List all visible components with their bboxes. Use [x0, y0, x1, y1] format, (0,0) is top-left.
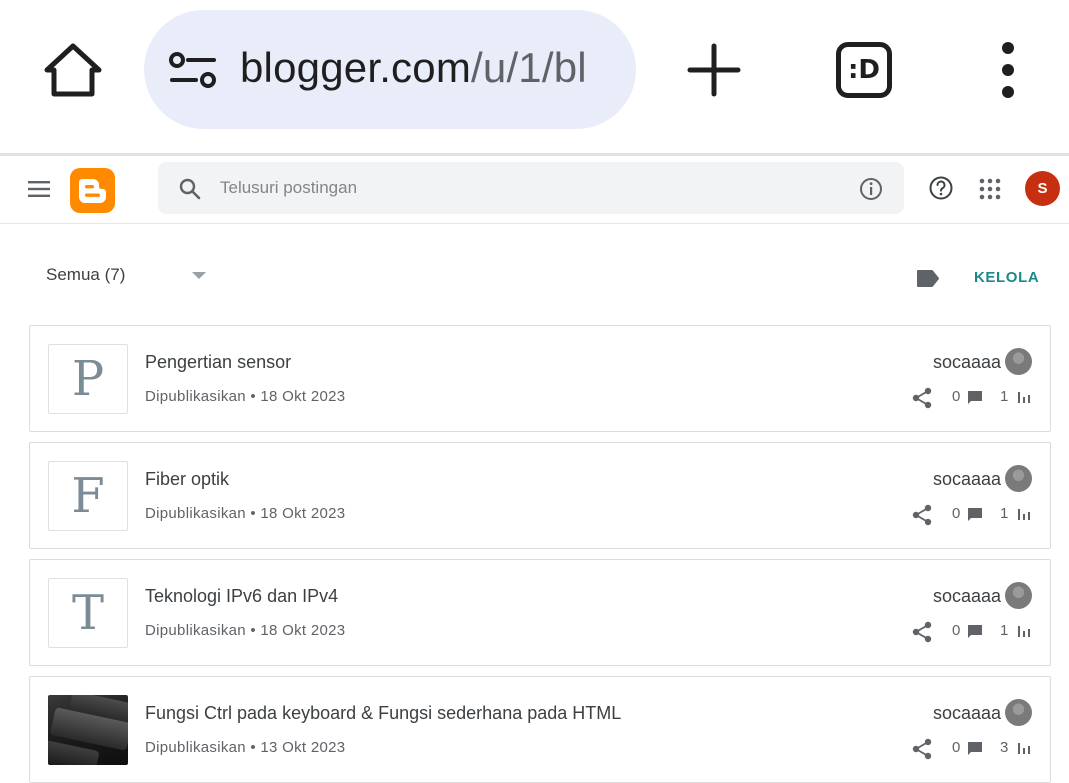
- post-status: Dipublikasikan • 18 Okt 2023: [145, 505, 346, 522]
- view-count: 3: [1000, 739, 1009, 756]
- share-icon[interactable]: [910, 737, 934, 761]
- post-status: Dipublikasikan • 18 Okt 2023: [145, 388, 346, 405]
- home-icon[interactable]: [42, 40, 104, 100]
- post-card[interactable]: P Pengertian sensor Dipublikasikan • 18 …: [29, 325, 1051, 432]
- comment-icon[interactable]: [967, 390, 983, 405]
- app-header: S: [0, 156, 1069, 224]
- post-title[interactable]: Fungsi Ctrl pada keyboard & Fungsi seder…: [145, 703, 621, 724]
- thumb-letter: F: [71, 468, 105, 524]
- thumb-letter: P: [71, 351, 105, 407]
- post-author: socaaaa: [932, 469, 1001, 489]
- manage-label: KELOLA: [974, 269, 1040, 286]
- tab-switcher-label: :D: [848, 55, 880, 85]
- author-avatar: [1005, 348, 1032, 375]
- share-icon[interactable]: [910, 386, 934, 410]
- bar-chart-icon: [1018, 743, 1030, 754]
- bar-chart-icon: [1018, 392, 1030, 403]
- post-author: socaaaa: [932, 586, 1001, 606]
- bar-chart-icon: [1018, 626, 1030, 637]
- site-settings-icon[interactable]: [168, 50, 218, 92]
- help-icon[interactable]: [928, 175, 954, 201]
- search-input[interactable]: [220, 162, 820, 214]
- comment-count: 0: [952, 739, 961, 756]
- post-card[interactable]: Fungsi Ctrl pada keyboard & Fungsi seder…: [29, 676, 1051, 783]
- new-tab-icon[interactable]: [686, 42, 742, 98]
- filter-label: Semua (7): [46, 265, 126, 284]
- view-count: 1: [1000, 505, 1009, 522]
- share-icon[interactable]: [910, 503, 934, 527]
- browser-toolbar: blogger.com/u/1/bl :D: [0, 0, 1069, 153]
- author-avatar: [1005, 699, 1032, 726]
- post-title[interactable]: Pengertian sensor: [145, 352, 291, 373]
- info-icon[interactable]: [858, 176, 884, 202]
- author-avatar: [1005, 582, 1032, 609]
- url-path: /u/1/bl: [471, 44, 587, 91]
- post-thumbnail: P: [48, 344, 128, 414]
- address-bar[interactable]: blogger.com/u/1/bl: [144, 10, 636, 129]
- post-status: Dipublikasikan • 18 Okt 2023: [145, 622, 346, 639]
- comment-icon[interactable]: [967, 624, 983, 639]
- account-avatar[interactable]: S: [1025, 171, 1060, 206]
- post-thumbnail: F: [48, 461, 128, 531]
- apps-grid-icon[interactable]: [978, 177, 1002, 201]
- avatar-letter: S: [1037, 180, 1048, 197]
- post-card[interactable]: F Fiber optik Dipublikasikan • 18 Okt 20…: [29, 442, 1051, 549]
- manage-labels-button[interactable]: KELOLA: [974, 269, 1039, 286]
- tab-switcher-button[interactable]: :D: [836, 42, 892, 98]
- comment-count: 0: [952, 622, 961, 639]
- view-count: 1: [1000, 388, 1009, 405]
- label-icon[interactable]: [916, 269, 940, 288]
- view-count: 1: [1000, 622, 1009, 639]
- more-vert-icon[interactable]: [996, 40, 1020, 100]
- post-title[interactable]: Fiber optik: [145, 469, 229, 490]
- post-thumbnail: T: [48, 578, 128, 648]
- share-icon[interactable]: [910, 620, 934, 644]
- post-author: socaaaa: [932, 703, 1001, 723]
- comment-icon[interactable]: [967, 507, 983, 522]
- thumb-letter: T: [71, 585, 104, 641]
- bar-chart-icon: [1018, 509, 1030, 520]
- blogger-logo[interactable]: [70, 168, 115, 213]
- post-status: Dipublikasikan • 13 Okt 2023: [145, 739, 346, 756]
- comment-icon[interactable]: [967, 741, 983, 756]
- comment-count: 0: [952, 388, 961, 405]
- comment-count: 0: [952, 505, 961, 522]
- blogger-icon: [79, 179, 106, 203]
- search-icon[interactable]: [178, 177, 202, 201]
- post-filter-dropdown[interactable]: Semua (7): [46, 265, 125, 285]
- dropdown-caret-icon[interactable]: [192, 272, 206, 279]
- url-host: blogger.com: [240, 44, 472, 91]
- search-box[interactable]: [158, 162, 904, 214]
- menu-icon[interactable]: [28, 179, 52, 199]
- post-card[interactable]: T Teknologi IPv6 dan IPv4 Dipublikasikan…: [29, 559, 1051, 666]
- author-avatar: [1005, 465, 1032, 492]
- post-author: socaaaa: [932, 352, 1001, 372]
- post-thumbnail-image: [48, 695, 128, 765]
- url-text: blogger.com/u/1/bl: [240, 44, 587, 92]
- post-title[interactable]: Teknologi IPv6 dan IPv4: [145, 586, 338, 607]
